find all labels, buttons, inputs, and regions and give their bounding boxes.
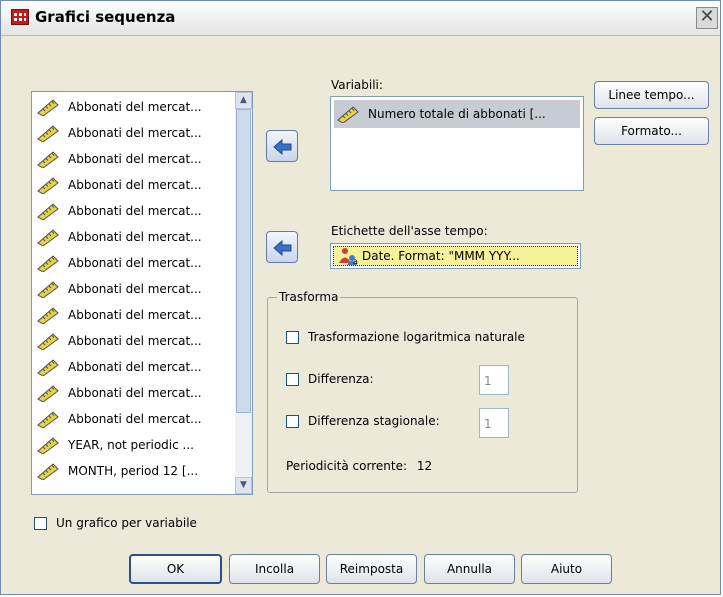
list-item[interactable]: Abbonati del mercat... (34, 198, 234, 224)
list-item-label: Abbonati del mercat... (68, 334, 202, 348)
move-to-variables-button[interactable] (266, 130, 298, 162)
list-scrollbar[interactable]: ▲ ▼ (235, 92, 252, 494)
paste-button[interactable]: Incolla (229, 554, 320, 584)
seasonal-difference-checkbox[interactable] (286, 415, 299, 428)
chart-icon (11, 9, 29, 25)
ruler-icon (337, 106, 359, 123)
list-item-label: Abbonati del mercat... (68, 360, 202, 374)
ruler-icon (37, 411, 59, 428)
scroll-up-button[interactable]: ▲ (235, 92, 252, 109)
list-item[interactable]: Abbonati del mercat... (34, 146, 234, 172)
list-item[interactable]: Abbonati del mercat... (34, 120, 234, 146)
log-transform-label: Trasformazione logaritmica naturale (308, 330, 525, 344)
ruler-icon (37, 463, 59, 480)
reset-button[interactable]: Reimposta (326, 554, 417, 584)
date-variable-icon: a (339, 248, 358, 265)
list-item[interactable]: Abbonati del mercat... (34, 276, 234, 302)
list-item-label: Abbonati del mercat... (68, 412, 202, 426)
ruler-icon (37, 333, 59, 350)
arrow-left-icon (273, 139, 292, 155)
list-item[interactable]: YEAR, not periodic ... (34, 432, 234, 458)
list-item[interactable]: Abbonati del mercat... (34, 328, 234, 354)
close-button[interactable]: ✕ (696, 7, 718, 29)
ruler-icon (37, 99, 59, 116)
variables-label: Variabili: (331, 78, 383, 92)
window-title: Grafici sequenza (35, 8, 176, 26)
list-item-label: Abbonati del mercat... (68, 152, 202, 166)
list-item[interactable]: MONTH, period 12 [... (34, 458, 234, 484)
time-lines-button[interactable]: Linee tempo... (594, 81, 709, 109)
ruler-icon (37, 437, 59, 454)
dialog-window: Grafici sequenza ✕ Abbonati del mercat..… (0, 0, 721, 595)
ok-button[interactable]: OK (129, 554, 222, 584)
variables-list[interactable]: Numero totale di abbonati [... (330, 96, 584, 191)
list-item-label: Abbonati del mercat... (68, 230, 202, 244)
list-item[interactable]: Abbonati del mercat... (34, 354, 234, 380)
list-item-label: Abbonati del mercat... (68, 100, 202, 114)
ruler-icon (37, 203, 59, 220)
periodicity-label: Periodicità corrente: (286, 459, 408, 473)
format-button[interactable]: Formato... (594, 117, 709, 145)
ruler-icon (37, 151, 59, 168)
list-item[interactable]: Abbonati del mercat... (34, 380, 234, 406)
list-item-label: Abbonati del mercat... (68, 386, 202, 400)
ruler-icon (37, 281, 59, 298)
seasonal-difference-input[interactable]: 1 (479, 408, 509, 438)
scroll-down-button[interactable]: ▼ (235, 477, 252, 494)
list-item[interactable]: Abbonati del mercat... (34, 250, 234, 276)
difference-input[interactable]: 1 (479, 365, 509, 395)
transform-group-title: Trasforma (277, 290, 341, 304)
arrow-left-icon (273, 240, 292, 256)
ruler-icon (37, 385, 59, 402)
list-item-label: MONTH, period 12 [... (68, 464, 199, 478)
ruler-icon (37, 359, 59, 376)
periodicity-value: 12 (416, 459, 433, 473)
source-variable-list[interactable]: Abbonati del mercat... Abbonati del merca… (31, 91, 253, 495)
difference-label: Differenza: (308, 372, 374, 386)
cancel-button[interactable]: Annulla (424, 554, 515, 584)
variables-item-label: Numero totale di abbonati [... (368, 107, 546, 121)
ruler-icon (37, 177, 59, 194)
list-item-label: Abbonati del mercat... (68, 126, 202, 140)
time-axis-value: Date. Format: "MMM YYY... (362, 249, 520, 263)
difference-checkbox[interactable] (286, 373, 299, 386)
list-item-label: YEAR, not periodic ... (68, 438, 194, 452)
list-item[interactable]: Abbonati del mercat... (34, 172, 234, 198)
seasonal-difference-label: Differenza stagionale: (308, 414, 440, 428)
list-item-label: Abbonati del mercat... (68, 178, 202, 192)
list-item-label: Abbonati del mercat... (68, 204, 202, 218)
list-item-label: Abbonati del mercat... (68, 282, 202, 296)
list-item[interactable]: Abbonati del mercat... (34, 94, 234, 120)
ruler-icon (37, 255, 59, 272)
ruler-icon (37, 229, 59, 246)
list-item-label: Abbonati del mercat... (68, 308, 202, 322)
log-transform-checkbox[interactable] (286, 331, 299, 344)
move-to-time-axis-button[interactable] (266, 231, 298, 263)
list-item[interactable]: Abbonati del mercat... (34, 224, 234, 250)
list-item[interactable]: Abbonati del mercat... (34, 302, 234, 328)
title-bar: Grafici sequenza ✕ (1, 1, 720, 36)
source-list-items: Abbonati del mercat... Abbonati del merca… (34, 94, 234, 484)
variables-item-selected[interactable]: Numero totale di abbonati [... (334, 100, 580, 128)
help-button[interactable]: Aiuto (521, 554, 612, 584)
time-axis-label: Etichette dell'asse tempo: (331, 224, 488, 238)
one-chart-per-variable-label: Un grafico per variabile (56, 516, 197, 530)
ruler-icon (37, 307, 59, 324)
list-item[interactable]: Abbonati del mercat... (34, 406, 234, 432)
periodicity-row: Periodicità corrente: 12 (286, 459, 432, 473)
one-chart-per-variable-checkbox[interactable] (34, 517, 47, 530)
scroll-thumb[interactable] (236, 109, 251, 413)
list-item-label: Abbonati del mercat... (68, 256, 202, 270)
ruler-icon (37, 125, 59, 142)
svg-text:a: a (353, 257, 358, 265)
time-axis-item[interactable]: a Date. Format: "MMM YYY... (333, 246, 578, 266)
time-axis-field[interactable]: a Date. Format: "MMM YYY... (330, 243, 581, 269)
